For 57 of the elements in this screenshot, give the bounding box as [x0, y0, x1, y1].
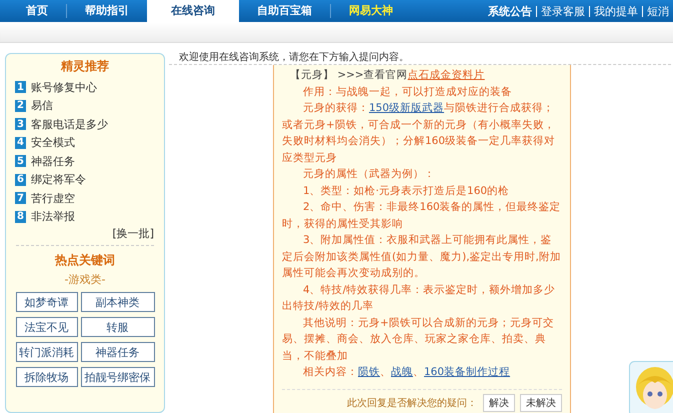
recommend-link[interactable]: 账号修复中心: [31, 80, 97, 95]
reply-paragraph: 相关内容：陨铁、战魄、160装备制作过程: [302, 365, 512, 380]
reply-paragraph: 3、附加属性值：衣服和武器上可能拥有此属性，鉴定后会附加该类属性值(如力量、魔力),鉴定出专用时,附加属性可能会再次变动成别的。: [282, 233, 562, 281]
refresh-link[interactable]: [换一批]: [112, 227, 154, 240]
text-link[interactable]: 点石成金资料片: [408, 69, 485, 81]
nav-tab[interactable]: 在线咨询: [147, 0, 239, 22]
top-link[interactable]: 系统公告: [484, 4, 536, 18]
top-link[interactable]: 短消: [643, 4, 673, 18]
reply-paragraph: 2、命中、伤害：非最终160装备的属性，但最终鉴定时，获得的属性受其影响: [282, 200, 562, 232]
feedback-question: 此次回复是否解决您的疑问：: [347, 396, 477, 410]
top-link[interactable]: 登录客服: [537, 4, 589, 18]
number-badge: 3: [15, 118, 26, 130]
top-link[interactable]: 我的提单: [590, 4, 642, 18]
recommend-link[interactable]: 神器任务: [31, 154, 75, 169]
number-badge: 2: [15, 100, 26, 112]
text-link[interactable]: 战魄: [391, 366, 413, 378]
text-link[interactable]: 150级新版武器: [369, 102, 444, 114]
number-badge: 8: [15, 210, 26, 223]
nav-tab[interactable]: 自助百宝箱: [239, 0, 330, 22]
keyword-button[interactable]: 法宝不见: [16, 317, 78, 337]
recommend-link[interactable]: 易信: [31, 98, 53, 114]
reply-paragraph: 其他说明：元身+陨铁可以合成新的元身；元身可交易、摆摊、商会、放入仓库、玩家之家仓库、拍卖、典当，不能叠加: [282, 316, 555, 364]
nav-tab[interactable]: 帮助指引: [67, 0, 147, 22]
recommend-link[interactable]: 绑定将军令: [31, 172, 86, 188]
welcome-message: 欢迎使用在线咨询系统，请您在下方输入提问内容。: [178, 50, 410, 64]
number-badge: 6: [15, 174, 26, 186]
reply-paragraph: 【元身】 >>>查看官网点石成金资料片: [289, 68, 486, 83]
keyword-button[interactable]: 拍靓号绑密保: [80, 367, 154, 387]
character-avatar-drawing: [629, 360, 673, 413]
reply-paragraph: 元身的属性（武器为例）：: [302, 167, 436, 182]
reply-paragraph: 作用：与战魄一起，可以打造成对应的装备: [302, 84, 513, 100]
section-title: 热点关键词: [54, 252, 116, 269]
feedback-button[interactable]: 解决: [483, 394, 515, 412]
keyword-button[interactable]: 转门派消耗: [16, 342, 78, 362]
nav-tab[interactable]: 首页: [8, 0, 66, 22]
number-badge: 7: [15, 192, 26, 204]
nav-tab[interactable]: 网易大神: [331, 0, 411, 22]
keyword-button[interactable]: 转服: [80, 317, 154, 337]
keyword-button[interactable]: 拆除牧场: [16, 367, 78, 387]
number-badge: 4: [15, 136, 26, 149]
recommend-link[interactable]: 苦行虚空: [31, 190, 75, 206]
feedback-button[interactable]: 未解决: [520, 394, 562, 412]
recommend-link[interactable]: 非法举报: [31, 209, 75, 224]
reply-paragraph: 4、特技/特效获得几率：表示鉴定时，额外增加多少出特技/特效的几率: [282, 282, 556, 314]
keyword-button[interactable]: 神器任务: [80, 342, 154, 362]
number-badge: 5: [15, 155, 26, 168]
reply-paragraph: 元身的获得：150级新版武器与陨铁进行合成获得；或者元身+陨铁，可合成一个新的元身（有小概率失败，失败时材料均会消失）；分解160级装备一定几率获得对应类型元身: [282, 101, 556, 166]
recommend-link[interactable]: 安全模式: [31, 135, 75, 150]
reply-paragraph: 1、类型：如枪·元身表示打造后是160的枪: [302, 184, 510, 198]
keyword-button[interactable]: 如梦奇谭: [16, 292, 78, 312]
keyword-button[interactable]: 副本神类: [80, 292, 154, 312]
text-link[interactable]: 160装备制作过程: [424, 366, 510, 378]
text-link[interactable]: 陨铁: [358, 366, 380, 378]
recommend-link[interactable]: 客服电话是多少: [31, 116, 108, 132]
category-label: -游戏类-: [64, 272, 106, 287]
section-title: 精灵推荐: [60, 58, 110, 75]
number-badge: 1: [15, 81, 26, 94]
